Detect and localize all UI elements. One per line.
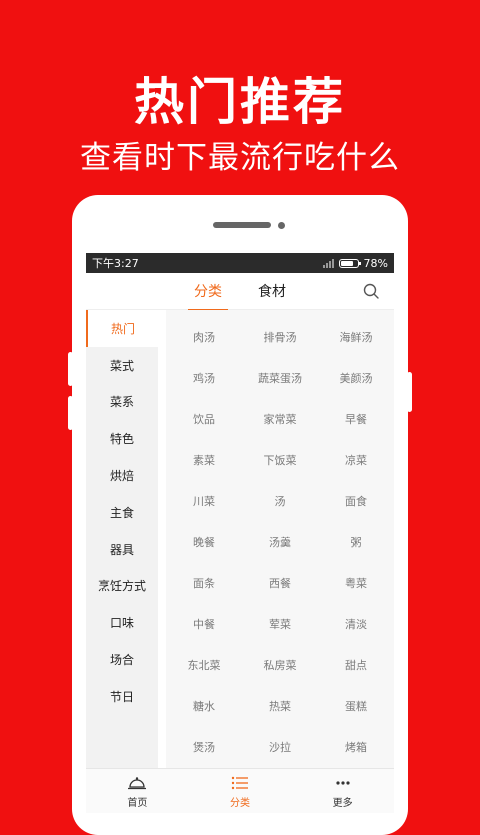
category-item[interactable]: 东北菜 xyxy=(166,644,242,685)
cloche-icon xyxy=(128,777,147,790)
category-item[interactable]: 面条 xyxy=(166,562,242,603)
content-area: 热门 菜式 菜系 特色 烘焙 主食 器具 烹饪方式 口味 场合 节日 肉汤 排骨汤 海鲜汤鸡汤 蔬菜蛋汤美… xyxy=(86,310,394,769)
category-item[interactable]: 下饭菜 xyxy=(242,439,318,480)
promo-title: 热门推荐 xyxy=(134,73,346,131)
tab-ingredients[interactable]: 食材 xyxy=(256,273,288,309)
phone-speaker xyxy=(213,222,271,228)
category-item[interactable]: 面食 xyxy=(318,480,394,521)
status-time: 下午3:27 xyxy=(92,257,139,270)
category-item[interactable]: 排骨汤 xyxy=(242,316,318,357)
category-item[interactable]: 西餐 xyxy=(242,562,318,603)
category-item[interactable]: 凉菜 xyxy=(318,439,394,480)
more-dots-icon xyxy=(336,781,350,785)
category-item[interactable]: 煲汤 xyxy=(166,726,242,767)
sidebar-item[interactable]: 节日 xyxy=(86,678,158,715)
category-item[interactable]: 沙拉 xyxy=(242,726,318,767)
category-item[interactable]: 汤羹 xyxy=(242,521,318,562)
category-item[interactable]: 汤 xyxy=(242,480,318,521)
category-item[interactable]: 热菜 xyxy=(242,685,318,726)
category-item[interactable]: 美颜汤 xyxy=(318,357,394,398)
category-item[interactable]: 蔬菜蛋汤 xyxy=(242,357,318,398)
category-item[interactable]: 肉汤 xyxy=(166,316,242,357)
category-grid: 肉汤 排骨汤 海鲜汤鸡汤 蔬菜蛋汤 美颜汤饮品 家常菜 早餐素菜 下饭菜 凉菜川菜汤面食晚餐 汤羹… xyxy=(166,310,394,769)
sidebar-item[interactable]: 热门 xyxy=(86,310,158,347)
category-item[interactable]: 早餐 xyxy=(318,398,394,439)
category-item[interactable]: 鸡汤 xyxy=(166,357,242,398)
sidebar-item[interactable]: 烘焙 xyxy=(86,457,158,494)
category-item[interactable]: 粥 xyxy=(318,521,394,562)
category-item[interactable]: 中餐 xyxy=(166,603,242,644)
list-icon xyxy=(231,776,248,790)
category-item[interactable]: 私房菜 xyxy=(242,644,318,685)
signal-icon xyxy=(322,258,334,268)
battery-percent: 78% xyxy=(363,256,388,270)
category-item[interactable]: 川菜 xyxy=(166,480,242,521)
sidebar-item[interactable]: 主食 xyxy=(86,494,158,531)
category-item[interactable]: 粤菜 xyxy=(318,562,394,603)
tab-category[interactable]: 分类 xyxy=(188,273,228,311)
battery-icon xyxy=(338,258,361,268)
category-item[interactable]: 饮品 xyxy=(166,398,242,439)
category-item[interactable]: 荤菜 xyxy=(242,603,318,644)
top-tabs: 分类 食材 xyxy=(86,273,394,311)
sidebar-item[interactable]: 场合 xyxy=(86,641,158,678)
category-item[interactable]: 家常菜 xyxy=(242,398,318,439)
sidebar-item[interactable]: 口味 xyxy=(86,604,158,641)
nav-category[interactable]: 分类 xyxy=(189,769,292,813)
category-item[interactable]: 糖水 xyxy=(166,685,242,726)
sidebar-item[interactable]: 菜系 xyxy=(86,384,158,421)
sidebar-item[interactable]: 特色 xyxy=(86,420,158,457)
sidebar-item[interactable]: 烹饪方式 xyxy=(86,568,158,605)
category-item[interactable]: 海鲜汤 xyxy=(318,316,394,357)
bottom-nav: 首页 分类 更多 xyxy=(86,768,394,813)
nav-category-label: 分类 xyxy=(230,798,250,809)
category-item[interactable]: 清淡 xyxy=(318,603,394,644)
phone-mockup: 下午3:27 78% 分类 食材 热门 菜式 菜系 特色 烘焙 主食 器具 烹饪方式 口味 场合节… xyxy=(72,195,408,835)
category-item[interactable]: 素菜 xyxy=(166,439,242,480)
app-screen: 下午3:27 78% 分类 食材 热门 菜式 菜系 特色 烘焙 主食 器具 烹饪方式 口味 场合节… xyxy=(86,253,394,813)
category-item[interactable]: 烤箱 xyxy=(318,726,394,767)
search-icon[interactable] xyxy=(362,282,380,300)
nav-home[interactable]: 首页 xyxy=(86,769,189,813)
category-item[interactable]: 甜点 xyxy=(318,644,394,685)
category-item[interactable]: 晚餐 xyxy=(166,521,242,562)
promo-subtitle: 查看时下最流行吃什么 xyxy=(80,140,400,176)
sidebar-item[interactable]: 菜式 xyxy=(86,347,158,384)
category-item[interactable]: 蛋糕 xyxy=(318,685,394,726)
phone-camera xyxy=(278,222,285,229)
nav-more[interactable]: 更多 xyxy=(291,769,394,813)
status-bar: 下午3:27 78% xyxy=(86,253,394,273)
nav-home-label: 首页 xyxy=(127,798,148,809)
nav-more-label: 更多 xyxy=(332,798,353,809)
sidebar-item[interactable]: 器具 xyxy=(86,531,158,568)
category-sidebar: 热门 菜式 菜系 特色 烘焙 主食 器具 烹饪方式 口味 场合 节日 xyxy=(86,310,158,769)
